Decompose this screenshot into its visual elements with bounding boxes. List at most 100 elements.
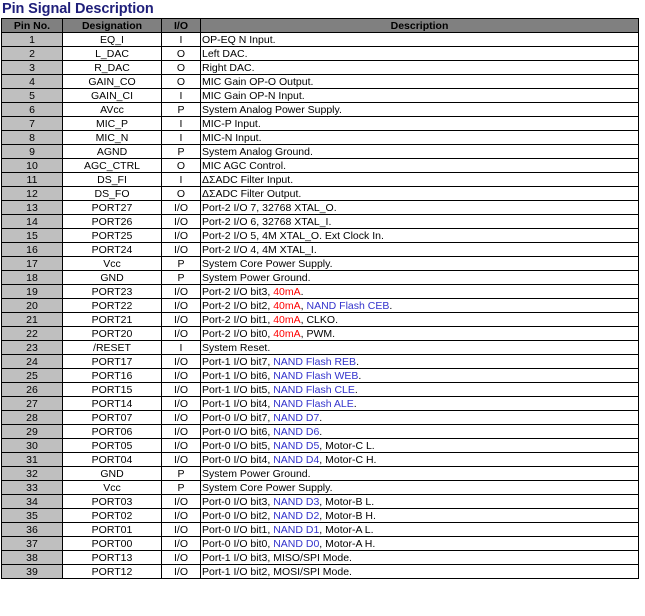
cell-pin-no: 2 (1, 46, 63, 61)
cell-designation: PORT22 (62, 298, 162, 313)
description-text: System Reset. (202, 341, 271, 354)
description-text: Port-2 I/O bit3, (202, 285, 274, 298)
description-text: System Analog Power Supply. (202, 103, 342, 116)
cell-io: I/O (161, 550, 201, 565)
cell-pin-no: 35 (1, 508, 63, 523)
cell-pin-no: 37 (1, 536, 63, 551)
table-row: 28 PORT07 I/O Port-0 I/O bit7, NAND D7. (1, 410, 639, 425)
cell-io: I/O (161, 382, 201, 397)
table-row: 1 EQ_I I OP-EQ N Input. (1, 32, 639, 47)
cell-pin-no: 1 (1, 32, 63, 47)
nand-function-text: NAND D7 (273, 411, 320, 424)
table-row: 20 PORT22 I/O Port-2 I/O bit2, 40mA, NAND F… (1, 298, 639, 313)
cell-description: System Core Power Supply. (200, 256, 639, 271)
description-text: , Motor-C L. (319, 439, 375, 452)
cell-pin-no: 31 (1, 452, 63, 467)
cell-description: Left DAC. (200, 46, 639, 61)
description-text: Port-2 I/O bit2, (202, 299, 274, 312)
cell-description: Right DAC. (200, 60, 639, 75)
cell-io: I (161, 130, 201, 145)
description-text: MIC AGC Control. (202, 159, 287, 172)
description-text: . (319, 425, 323, 438)
table-row: 29 PORT06 I/O Port-0 I/O bit6, NAND D6. (1, 424, 639, 439)
description-text: MIC-P Input. (202, 117, 261, 130)
description-text: . (353, 397, 357, 410)
cell-designation: PORT07 (62, 410, 162, 425)
description-text: Port-0 I/O bit5, (202, 439, 274, 452)
cell-designation: DS_FO (62, 186, 162, 201)
cell-pin-no: 6 (1, 102, 63, 117)
cell-pin-no: 16 (1, 242, 63, 257)
cell-designation: PORT15 (62, 382, 162, 397)
cell-description: Port-2 I/O 5, 4M XTAL_O. Ext Clock In. (200, 228, 639, 243)
page-title: Pin Signal Description (2, 1, 154, 17)
cell-io: I/O (161, 228, 201, 243)
description-text: Port-0 I/O bit7, (202, 411, 274, 424)
cell-io: P (161, 144, 201, 159)
description-text: Port-1 I/O bit7, (202, 355, 274, 368)
cell-description: Port-1 I/O bit2, MOSI/SPI Mode. (200, 564, 639, 579)
cell-description: ΔΣADC Filter Output. (200, 186, 639, 201)
cell-designation: GAIN_CO (62, 74, 162, 89)
table-row: 4 GAIN_CO O MIC Gain OP-O Output. (1, 74, 639, 89)
cell-pin-no: 38 (1, 550, 63, 565)
cell-io: I/O (161, 200, 201, 215)
cell-io: O (161, 158, 201, 173)
cell-designation: GND (62, 466, 162, 481)
table-row: 12 DS_FO O ΔΣADC Filter Output. (1, 186, 639, 201)
cell-pin-no: 34 (1, 494, 63, 509)
cell-designation: Vcc (62, 256, 162, 271)
cell-designation: GND (62, 270, 162, 285)
description-text: Port-2 I/O bit0, (202, 327, 274, 340)
cell-io: I (161, 32, 201, 47)
table-body: 1 EQ_I I OP-EQ N Input. 2 L_DAC O Left DAC. 3 R_D… (1, 32, 639, 579)
description-text: Port-0 I/O bit4, (202, 453, 274, 466)
cell-designation: AVcc (62, 102, 162, 117)
description-text: System Core Power Supply. (202, 481, 333, 494)
nand-function-text: NAND Flash CEB (306, 299, 390, 312)
cell-io: P (161, 270, 201, 285)
table-row: 14 PORT26 I/O Port-2 I/O 6, 32768 XTAL_I. (1, 214, 639, 229)
nand-function-text: NAND Flash ALE (273, 397, 354, 410)
cell-io: O (161, 60, 201, 75)
current-rating-text: 40mA (273, 327, 301, 340)
cell-pin-no: 3 (1, 60, 63, 75)
cell-io: O (161, 74, 201, 89)
description-text: . (319, 411, 323, 424)
cell-description: Port-2 I/O bit3, 40mA. (200, 284, 639, 299)
nand-function-text: NAND Flash WEB (273, 369, 359, 382)
description-text: Port-0 I/O bit6, (202, 425, 274, 438)
cell-description: System Power Ground. (200, 270, 639, 285)
cell-designation: R_DAC (62, 60, 162, 75)
cell-designation: PORT04 (62, 452, 162, 467)
description-text: , Motor-A L. (319, 523, 374, 536)
table-row: 23/RESET I System Reset. (1, 340, 639, 355)
description-text: . (389, 299, 393, 312)
cell-description: Port-2 I/O 7, 32768 XTAL_O. (200, 200, 639, 215)
cell-io: O (161, 46, 201, 61)
table-header-row: Pin No. Designation I/O Description (1, 18, 639, 33)
description-text: Port-0 I/O bit0, (202, 537, 274, 550)
table-row: 39 PORT12 I/O Port-1 I/O bit2, MOSI/SPI Mod… (1, 564, 639, 579)
cell-designation: EQ_I (62, 32, 162, 47)
table-row: 38 PORT13 I/O Port-1 I/O bit3, MISO/SPI Mod… (1, 550, 639, 565)
table-row: 6 AVcc P System Analog Power Supply. (1, 102, 639, 117)
cell-io: P (161, 256, 201, 271)
description-text: MIC Gain OP-N Input. (202, 89, 305, 102)
column-header-designation: Designation (62, 18, 162, 33)
cell-designation: PORT21 (62, 312, 162, 327)
description-text: System Power Ground. (202, 271, 311, 284)
description-text: . (300, 285, 304, 298)
cell-io: I (161, 172, 201, 187)
table-row: 15 PORT25 I/O Port-2 I/O 5, 4M XTAL_O. Ext … (1, 228, 639, 243)
cell-pin-no: 32 (1, 466, 63, 481)
table-row: 22 PORT20 I/O Port-2 I/O bit0, 40mA, PWM. (1, 326, 639, 341)
nand-function-text: NAND D5 (273, 439, 320, 452)
description-text: ΔΣADC Filter Output. (202, 187, 302, 200)
cell-io: I (161, 88, 201, 103)
cell-pin-no: 15 (1, 228, 63, 243)
cell-pin-no: 36 (1, 522, 63, 537)
cell-designation: PORT03 (62, 494, 162, 509)
description-text: System Power Ground. (202, 467, 311, 480)
nand-function-text: NAND D6 (273, 425, 320, 438)
